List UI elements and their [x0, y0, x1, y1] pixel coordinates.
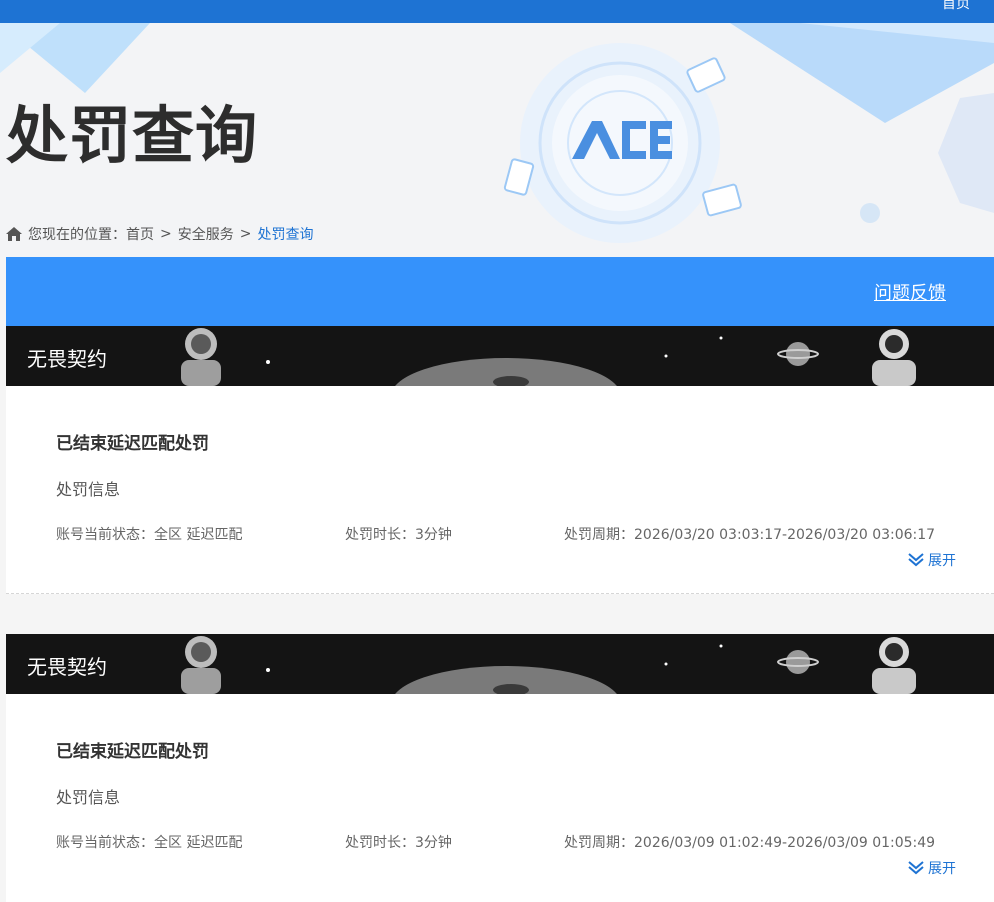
record-status-title: 已结束延迟匹配处罚: [56, 434, 209, 454]
nav-home-link[interactable]: 首页: [942, 0, 970, 13]
top-nav-bar: 首页: [0, 0, 994, 23]
record-body: 已结束延迟匹配处罚 处罚信息 账号当前状态：全区 延迟匹配 处罚时长：3分钟 处…: [6, 694, 994, 902]
game-name: 无畏契约: [27, 347, 107, 371]
page-title: 处罚查询: [6, 99, 259, 172]
expand-label: 展开: [928, 861, 956, 877]
home-icon: [6, 227, 22, 241]
record-body: 已结束延迟匹配处罚 处罚信息 账号当前状态：全区 延迟匹配 处罚时长：3分钟 处…: [6, 386, 994, 594]
expand-button[interactable]: 展开: [908, 550, 956, 570]
double-chevron-down-icon: [908, 553, 924, 567]
penalty-period: 处罚周期：2026/03/09 01:02:49-2026/03/09 01:0…: [564, 835, 936, 851]
breadcrumb-security-service[interactable]: 安全服务: [178, 224, 234, 244]
penalty-duration: 处罚时长：3分钟: [345, 835, 452, 851]
feedback-bar: 问题反馈: [6, 257, 994, 326]
game-name: 无畏契约: [27, 655, 107, 679]
hero-banner: 处罚查询 您现在的位置： 首页 > 安全服务 > 处罚查询: [0, 23, 994, 257]
breadcrumb-separator: >: [160, 226, 172, 242]
game-banner: 无畏契约: [6, 634, 994, 694]
feedback-link[interactable]: 问题反馈: [874, 279, 946, 305]
game-banner-art: [181, 636, 916, 694]
penalty-duration: 处罚时长：3分钟: [345, 527, 452, 543]
account-state: 账号当前状态：全区 延迟匹配: [56, 527, 243, 543]
expand-label: 展开: [928, 553, 956, 569]
expand-button[interactable]: 展开: [908, 858, 956, 878]
breadcrumb: 您现在的位置： 首页 > 安全服务 > 处罚查询: [6, 224, 313, 244]
breadcrumb-home[interactable]: 首页: [126, 224, 154, 244]
record-info-label: 处罚信息: [56, 480, 121, 499]
game-banner-art: [181, 328, 916, 386]
ace-logo: [570, 119, 674, 161]
penalty-record: 无畏契约 已结束延迟匹配处罚 处罚信息 账号当前状态：全区 延迟匹配 处罚时长：…: [6, 326, 994, 594]
account-state: 账号当前状态：全区 延迟匹配: [56, 835, 243, 851]
game-banner: 无畏契约: [6, 326, 994, 386]
record-status-title: 已结束延迟匹配处罚: [56, 742, 209, 762]
record-info-label: 处罚信息: [56, 788, 121, 807]
breadcrumb-separator: >: [239, 226, 252, 242]
penalty-record: 无畏契约 已结束延迟匹配处罚 处罚信息 账号当前状态：全区 延迟匹配 处罚时长：…: [6, 634, 994, 902]
breadcrumb-current: 处罚查询: [257, 227, 314, 243]
breadcrumb-prefix: 您现在的位置：: [28, 227, 126, 243]
penalty-period: 处罚周期：2026/03/20 03:03:17-2026/03/20 03:0…: [564, 527, 936, 543]
double-chevron-down-icon: [908, 861, 924, 875]
